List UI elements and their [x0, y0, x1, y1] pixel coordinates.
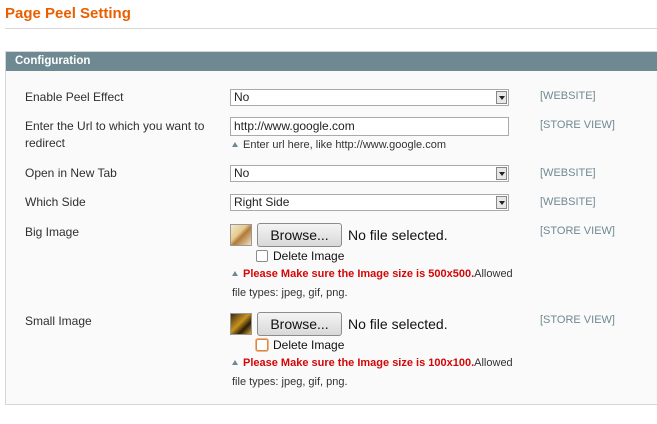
- redirect-url-label-line1: Enter the Url to which you want to: [25, 119, 205, 133]
- redirect-url-scope: [STORE VIEW]: [540, 119, 615, 131]
- big-image-note: Please Make sure the Image size is 500x5…: [232, 266, 513, 301]
- which-side-scope: [WEBSITE]: [540, 196, 596, 208]
- note-arrow-icon: [232, 360, 238, 365]
- small-image-delete-checkbox[interactable]: [256, 339, 268, 351]
- chevron-down-icon[interactable]: [496, 167, 507, 180]
- enable-peel-scope: [WEBSITE]: [540, 90, 596, 102]
- small-image-label: Small Image: [25, 314, 92, 328]
- small-image-file-status: No file selected.: [348, 316, 448, 332]
- redirect-url-input[interactable]: http://www.google.com: [230, 117, 509, 136]
- title-divider: [5, 28, 657, 29]
- which-side-select-value: Right Side: [234, 195, 290, 209]
- redirect-url-label: Enter the Url to which you want to redir…: [25, 118, 204, 152]
- big-image-size-warning: Please Make sure the Image size is 500x5…: [243, 268, 475, 280]
- new-tab-select[interactable]: No: [230, 165, 509, 182]
- new-tab-scope: [WEBSITE]: [540, 167, 596, 179]
- small-image-file-types: file types: jpeg, gif, png.: [232, 376, 348, 388]
- new-tab-label: Open in New Tab: [25, 166, 117, 180]
- big-image-note-allowed: Allowed: [474, 268, 513, 280]
- big-image-label: Big Image: [25, 225, 80, 239]
- enable-peel-select[interactable]: No: [230, 89, 509, 106]
- page-title: Page Peel Setting: [5, 5, 131, 22]
- bottom-divider: [5, 404, 657, 405]
- big-image-delete-checkbox[interactable]: [256, 250, 268, 262]
- small-image-browse-button[interactable]: Browse...: [257, 312, 342, 336]
- small-image-scope: [STORE VIEW]: [540, 314, 615, 326]
- configuration-header[interactable]: Configuration: [6, 52, 657, 71]
- big-image-file-types: file types: jpeg, gif, png.: [232, 287, 348, 299]
- big-image-browse-button[interactable]: Browse...: [257, 223, 342, 247]
- enable-peel-label: Enable Peel Effect: [25, 90, 124, 104]
- small-image-size-warning: Please Make sure the Image size is 100x1…: [243, 357, 475, 369]
- redirect-url-note: Enter url here, like http://www.google.c…: [232, 137, 446, 153]
- big-image-scope: [STORE VIEW]: [540, 225, 615, 237]
- small-image-note-allowed: Allowed: [474, 357, 513, 369]
- redirect-url-label-line2: redirect: [25, 136, 66, 150]
- note-arrow-icon: [232, 271, 238, 276]
- which-side-select[interactable]: Right Side: [230, 194, 509, 211]
- redirect-url-note-text: Enter url here, like http://www.google.c…: [243, 139, 446, 151]
- chevron-down-icon[interactable]: [496, 196, 507, 209]
- big-image-thumbnail[interactable]: [230, 224, 252, 246]
- small-image-note: Please Make sure the Image size is 100x1…: [232, 355, 513, 390]
- which-side-label: Which Side: [25, 195, 86, 209]
- chevron-down-icon[interactable]: [496, 91, 507, 104]
- note-arrow-icon: [232, 142, 238, 147]
- new-tab-select-value: No: [234, 166, 250, 180]
- big-image-file-status: No file selected.: [348, 227, 448, 243]
- small-image-delete-label[interactable]: Delete Image: [273, 338, 344, 352]
- big-image-delete-label[interactable]: Delete Image: [273, 249, 344, 263]
- enable-peel-select-value: No: [234, 90, 250, 104]
- small-image-thumbnail[interactable]: [230, 313, 252, 335]
